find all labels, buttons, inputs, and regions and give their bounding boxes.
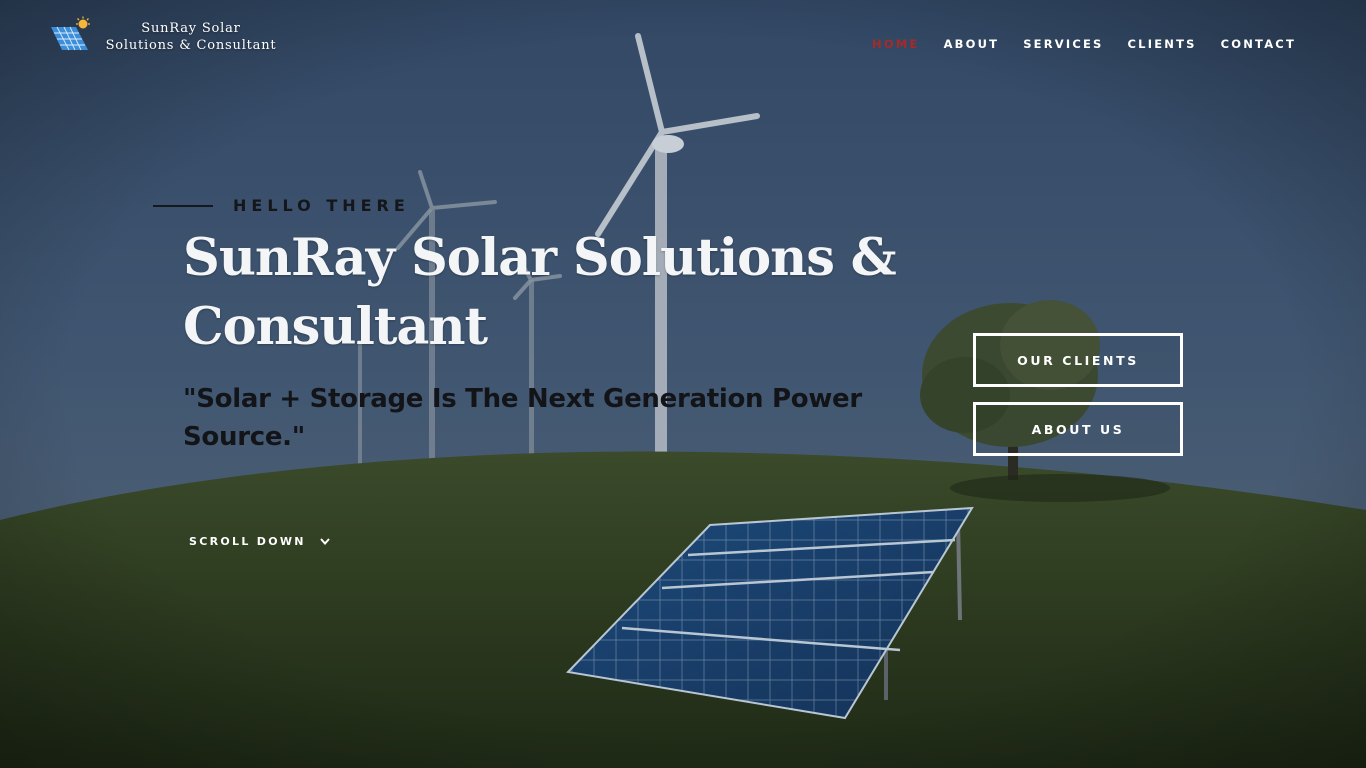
main-nav: HOME ABOUT SERVICES CLIENTS CONTACT bbox=[848, 37, 1296, 51]
about-us-button[interactable]: ABOUT US bbox=[973, 402, 1183, 456]
nav-item-services[interactable]: SERVICES bbox=[1023, 37, 1103, 51]
chevron-down-icon bbox=[320, 537, 330, 545]
brand-name-line2: Solutions & Consultant bbox=[105, 38, 277, 53]
our-clients-button[interactable]: OUR CLIENTS bbox=[973, 333, 1183, 387]
brand-name: SunRay Solar Solutions & Consultant bbox=[96, 20, 286, 54]
nav-item-about[interactable]: ABOUT bbox=[944, 37, 1000, 51]
hero-kicker: HELLO THERE bbox=[233, 196, 410, 215]
scroll-down-label: SCROLL DOWN bbox=[189, 535, 306, 548]
hero-title: SunRay Solar Solutions & Consultant bbox=[183, 228, 897, 357]
hero-section: SunRay Solar Solutions & Consultant HOME… bbox=[0, 0, 1366, 768]
solar-panel-sun-icon bbox=[51, 16, 90, 51]
scroll-down-link[interactable]: SCROLL DOWN bbox=[189, 535, 332, 548]
hero-quote: "Solar + Storage Is The Next Generation … bbox=[183, 384, 862, 452]
nav-item-clients[interactable]: CLIENTS bbox=[1128, 37, 1197, 51]
nav-item-contact[interactable]: CONTACT bbox=[1221, 37, 1296, 51]
nav-item-home[interactable]: HOME bbox=[872, 37, 920, 51]
brand-name-line1: SunRay Solar bbox=[141, 21, 241, 36]
intro-divider-line bbox=[153, 205, 213, 207]
site-logo[interactable]: SunRay Solar Solutions & Consultant bbox=[48, 16, 288, 58]
